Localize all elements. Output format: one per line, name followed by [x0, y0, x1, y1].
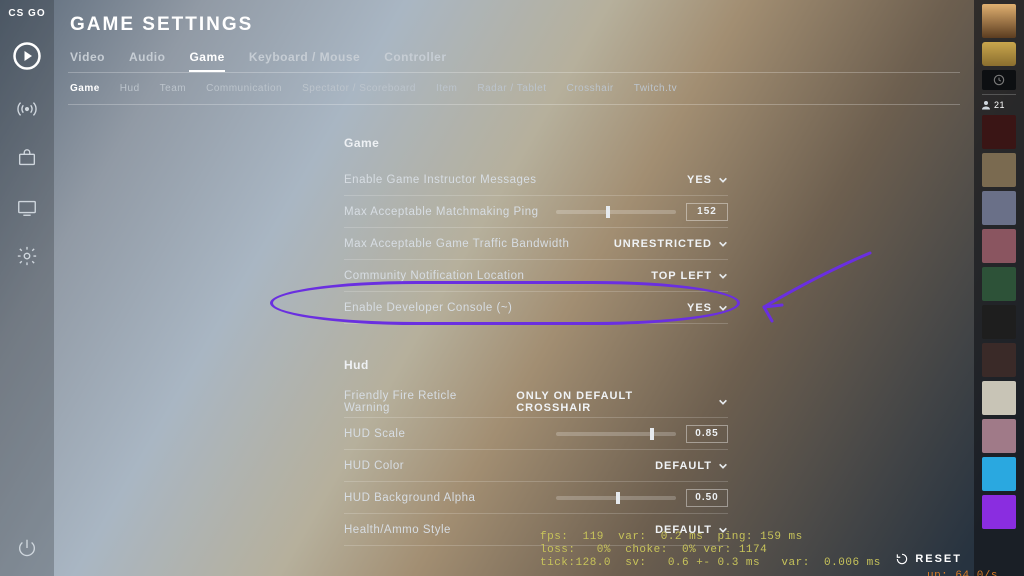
divider	[982, 94, 1016, 95]
left-nav-rail: CS GO	[0, 0, 54, 576]
chevron-down-icon	[718, 239, 728, 249]
tab-video[interactable]: Video	[70, 50, 105, 72]
section-head-hud: Hud	[344, 352, 728, 386]
row-label: HUD Color	[344, 460, 645, 472]
friends-count[interactable]: 21	[980, 99, 1005, 111]
friend-avatar[interactable]	[982, 495, 1016, 529]
friend-avatar[interactable]	[982, 343, 1016, 377]
section-head-game: Game	[344, 130, 728, 164]
friend-avatar[interactable]	[982, 267, 1016, 301]
row-label: HUD Background Alpha	[344, 492, 546, 504]
subtab-game[interactable]: Game	[70, 83, 100, 94]
row-value[interactable]: UNRESTRICTED	[614, 238, 728, 250]
chevron-down-icon	[718, 397, 728, 407]
chevron-down-icon	[718, 175, 728, 185]
tab-controller[interactable]: Controller	[384, 50, 446, 72]
settings-icon[interactable]	[16, 245, 38, 272]
value-text: ONLY ON DEFAULT CROSSHAIR	[516, 390, 712, 414]
tab-audio[interactable]: Audio	[129, 50, 166, 72]
friend-avatar[interactable]	[982, 229, 1016, 263]
subtab-item[interactable]: Item	[436, 83, 457, 94]
tab-game[interactable]: Game	[189, 50, 224, 72]
play-button[interactable]	[12, 41, 42, 76]
hud-scale-value-box[interactable]: 0.85	[686, 425, 728, 443]
row-bandwidth[interactable]: Max Acceptable Game Traffic Bandwidth UN…	[344, 228, 728, 260]
power-icon[interactable]	[16, 537, 38, 564]
subtab-radar[interactable]: Radar / Tablet	[477, 83, 546, 94]
row-ffire[interactable]: Friendly Fire Reticle Warning ONLY ON DE…	[344, 386, 728, 418]
ping-slider[interactable]	[556, 210, 676, 214]
settings-main: GAME SETTINGS Video Audio Game Keyboard …	[54, 0, 974, 576]
value-text: YES	[687, 174, 712, 186]
row-health-ammo[interactable]: Health/Ammo Style DEFAULT	[344, 514, 728, 546]
value-text: DEFAULT	[655, 524, 712, 536]
clock-icon[interactable]	[982, 70, 1016, 90]
broadcast-icon[interactable]	[16, 98, 38, 125]
hud-scale-slider[interactable]	[556, 432, 676, 436]
hud-alpha-slider[interactable]	[556, 496, 676, 500]
row-label: Community Notification Location	[344, 270, 641, 282]
row-hud-scale[interactable]: HUD Scale 0.85	[344, 418, 728, 450]
row-label: Enable Game Instructor Messages	[344, 174, 677, 186]
reset-button[interactable]: RESET	[895, 552, 962, 566]
friend-avatar[interactable]	[982, 305, 1016, 339]
chevron-down-icon	[718, 303, 728, 313]
subtabs-divider	[68, 104, 960, 105]
subtab-team[interactable]: Team	[160, 83, 186, 94]
row-label: Max Acceptable Matchmaking Ping	[344, 206, 546, 218]
secondary-tabs: Game Hud Team Communication Spectator / …	[68, 73, 960, 104]
reset-label: RESET	[915, 553, 962, 565]
friend-avatar[interactable]	[982, 381, 1016, 415]
value-text: YES	[687, 302, 712, 314]
value-text: TOP LEFT	[651, 270, 712, 282]
subtab-crosshair[interactable]: Crosshair	[566, 83, 613, 94]
subtab-spectator[interactable]: Spectator / Scoreboard	[302, 83, 416, 94]
row-label: HUD Scale	[344, 428, 546, 440]
subtab-hud[interactable]: Hud	[120, 83, 140, 94]
row-value[interactable]: DEFAULT	[655, 460, 728, 472]
watch-icon[interactable]	[16, 196, 38, 223]
row-label: Enable Developer Console (~)	[344, 302, 677, 314]
row-value[interactable]: YES	[687, 302, 728, 314]
friends-count-value: 21	[994, 100, 1005, 110]
ping-value-box[interactable]: 152	[686, 203, 728, 221]
chevron-down-icon	[718, 271, 728, 281]
row-hud-color[interactable]: HUD Color DEFAULT	[344, 450, 728, 482]
row-notification-location[interactable]: Community Notification Location TOP LEFT	[344, 260, 728, 292]
friend-avatar[interactable]	[982, 153, 1016, 187]
friend-avatar[interactable]	[982, 191, 1016, 225]
row-label: Max Acceptable Game Traffic Bandwidth	[344, 238, 604, 250]
value-text: DEFAULT	[655, 460, 712, 472]
subtab-twitch[interactable]: Twitch.tv	[634, 83, 677, 94]
value-text: UNRESTRICTED	[614, 238, 712, 250]
row-instructor[interactable]: Enable Game Instructor Messages YES	[344, 164, 728, 196]
friend-avatar[interactable]	[982, 115, 1016, 149]
tab-keyboard-mouse[interactable]: Keyboard / Mouse	[249, 50, 360, 72]
row-label: Health/Ammo Style	[344, 524, 645, 536]
chevron-down-icon	[718, 461, 728, 471]
subtab-communication[interactable]: Communication	[206, 83, 282, 94]
inventory-icon[interactable]	[16, 147, 38, 174]
row-value[interactable]: ONLY ON DEFAULT CROSSHAIR	[516, 390, 728, 414]
game-logo: CS GO	[8, 8, 45, 19]
chevron-down-icon	[718, 525, 728, 535]
row-ping[interactable]: Max Acceptable Matchmaking Ping 152	[344, 196, 728, 228]
avatar[interactable]	[982, 4, 1016, 38]
row-value[interactable]: TOP LEFT	[651, 270, 728, 282]
friend-avatar[interactable]	[982, 419, 1016, 453]
hud-alpha-value-box[interactable]: 0.50	[686, 489, 728, 507]
row-value[interactable]: YES	[687, 174, 728, 186]
rank-badge[interactable]	[982, 42, 1016, 66]
row-hud-alpha[interactable]: HUD Background Alpha 0.50	[344, 482, 728, 514]
friends-rail: 21	[974, 0, 1024, 576]
page-title: GAME SETTINGS	[68, 0, 960, 44]
friend-avatar[interactable]	[982, 457, 1016, 491]
settings-panel: Game Enable Game Instructor Messages YES…	[344, 130, 728, 576]
primary-tabs: Video Audio Game Keyboard / Mouse Contro…	[68, 44, 960, 72]
row-label: Friendly Fire Reticle Warning	[344, 390, 506, 414]
row-developer-console[interactable]: Enable Developer Console (~) YES	[344, 292, 728, 324]
row-value[interactable]: DEFAULT	[655, 524, 728, 536]
